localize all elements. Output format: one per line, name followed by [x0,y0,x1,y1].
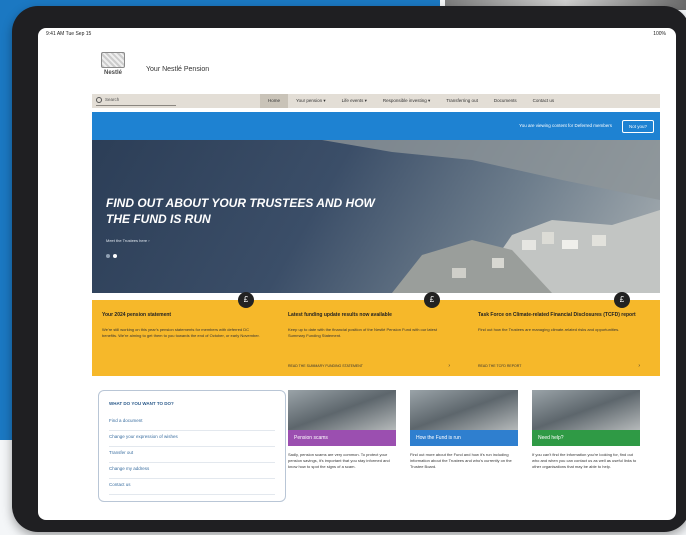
status-bar: 9:41 AM Tue Sep 15 100% [38,28,676,40]
feature-card-pension-scams[interactable]: Pension scams Sadly, pension scams are v… [288,390,396,470]
carousel-dot-active[interactable] [113,254,117,258]
hero-title: FIND OUT ABOUT YOUR TRUSTEES AND HOW THE… [106,196,375,226]
status-battery: 100% [653,31,666,37]
news-cards: £ Your 2024 pension statement We're stil… [92,292,660,376]
site-logo[interactable]: Nestlé [100,52,126,80]
card-title: Task Force on Climate-related Financial … [478,312,636,318]
nest-logo-icon [101,52,125,68]
hero-link[interactable]: Meet the Trustees here › [106,238,150,243]
quick-link[interactable]: Change your expression of wishes [109,431,275,447]
feature-label: How the Fund is run [410,430,518,446]
quick-links-panel: WHAT DO YOU WANT TO DO? Find a document … [98,390,286,502]
quick-links-title: WHAT DO YOU WANT TO DO? [109,401,174,406]
nav-item-life-events[interactable]: Life events ▾ [334,94,375,108]
not-you-button[interactable]: Not you? [621,120,654,133]
search-placeholder: Search [105,97,120,103]
search-input[interactable]: Search [96,97,176,106]
status-time: 9:41 AM Tue Sep 15 [46,31,92,37]
nav-item-transferring-out[interactable]: Transferring out [438,94,486,108]
carousel-dots [106,254,117,258]
pound-icon: £ [424,292,440,308]
nav-item-contact-us[interactable]: Contact us [525,94,563,108]
card-body: We're still working on this year's pensi… [102,327,260,338]
feature-text: Sadly, pension scams are very common. To… [288,452,390,469]
news-card[interactable]: £ Latest funding update results now avai… [278,292,460,376]
feature-label: Need help? [532,430,640,446]
nav-item-responsible-investing[interactable]: Responsible investing ▾ [375,94,438,108]
arrow-right-icon: › [448,363,450,369]
news-card[interactable]: £ Your 2024 pension statement We're stil… [92,292,274,376]
feature-card-need-help[interactable]: Need help? If you can't find the informa… [532,390,640,470]
card-link[interactable]: READ THE SUMMARY FUNDING STATEMENT [288,364,363,368]
quick-links-list: Find a document Change your expression o… [109,415,275,495]
nav-menu: Home Your pension ▾ Life events ▾ Respon… [260,94,562,108]
feature-card-how-fund-is-run[interactable]: How the Fund is run Find out more about … [410,390,518,470]
banner-text: You are viewing content for Deferred mem… [519,123,612,128]
nav-item-documents[interactable]: Documents [486,94,525,108]
news-card[interactable]: £ Task Force on Climate-related Financia… [468,292,650,376]
search-icon [96,97,102,103]
quick-link[interactable]: Find a document [109,415,275,431]
card-title: Latest funding update results now availa… [288,312,392,318]
card-link[interactable]: READ THE TCFD REPORT [478,364,521,368]
site-title: Your Nestlé Pension [146,66,210,73]
quick-link[interactable]: Transfer out [109,447,275,463]
card-body: Find out how the Trustees are managing c… [478,327,620,332]
quick-link[interactable]: Change my address [109,463,275,479]
nav-item-home[interactable]: Home [260,94,289,108]
logo-text: Nestlé [103,70,122,76]
feature-image [410,390,518,430]
browser-screen: 9:41 AM Tue Sep 15 100% Nestlé Your Nest… [38,28,676,520]
feature-text: If you can't find the information you're… [532,452,637,469]
card-body: Keep up to date with the financial posit… [288,327,437,338]
nav-item-your-pension[interactable]: Your pension ▾ [288,94,334,108]
feature-text: Find out more about the Fund and how it'… [410,452,512,469]
member-type-banner: You are viewing content for Deferred mem… [92,112,660,140]
carousel-dot[interactable] [106,254,110,258]
pound-icon: £ [614,292,630,308]
hero-carousel[interactable]: FIND OUT ABOUT YOUR TRUSTEES AND HOW THE… [92,140,660,293]
pound-icon: £ [238,292,254,308]
feature-image [532,390,640,430]
quick-link[interactable]: Contact us [109,479,275,495]
card-title: Your 2024 pension statement [102,312,172,318]
main-navigation: Search Home Your pension ▾ Life events ▾… [92,94,660,108]
tablet-frame: 9:41 AM Tue Sep 15 100% Nestlé Your Nest… [12,6,686,532]
feature-image [288,390,396,430]
arrow-right-icon: › [638,363,640,369]
feature-label: Pension scams [288,430,396,446]
